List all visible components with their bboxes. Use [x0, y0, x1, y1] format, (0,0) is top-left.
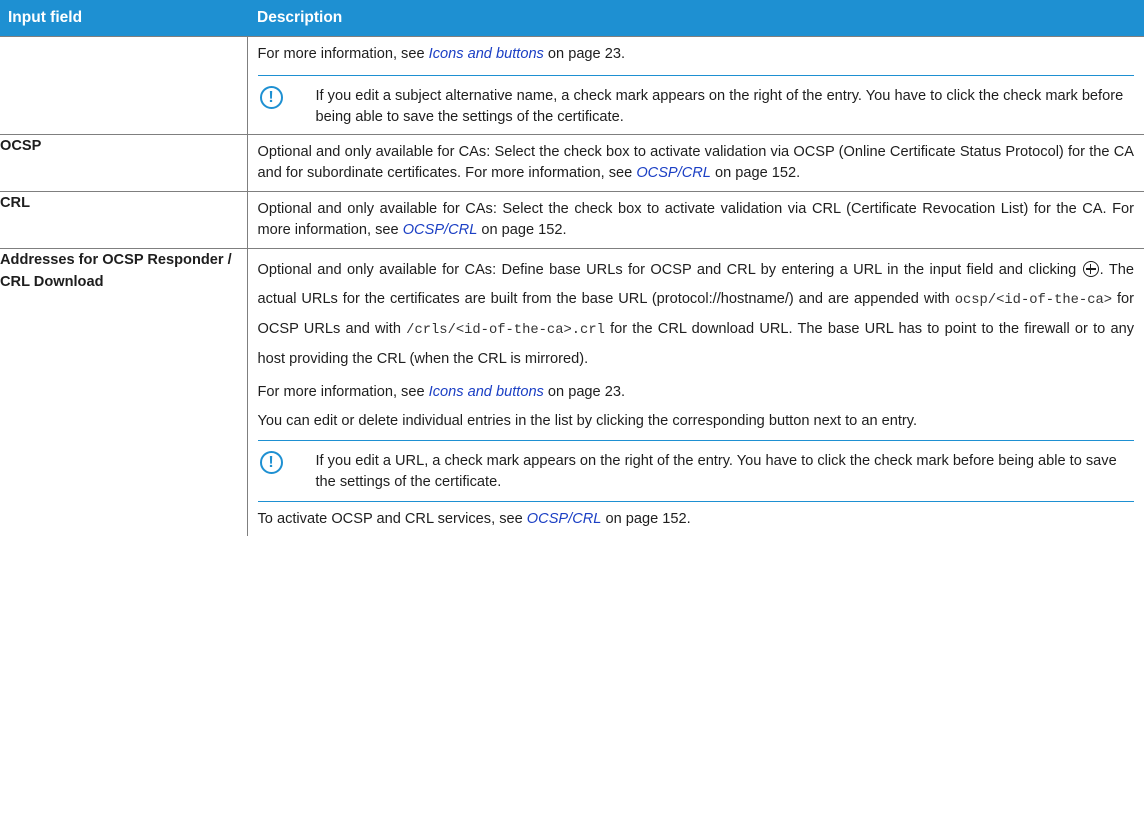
link-icons-and-buttons[interactable]: Icons and buttons — [429, 46, 544, 62]
code-crl-path: /crls/<id-of-the-ca>.crl — [406, 323, 605, 338]
note-text: If you edit a URL, a check mark appears … — [315, 453, 1117, 490]
table-row-ocsp: OCSP Optional and only available for CAs… — [0, 134, 1144, 192]
table-row-crl: CRL Optional and only available for CAs:… — [0, 191, 1144, 249]
note-box: ! If you edit a URL, a check mark appear… — [257, 440, 1134, 502]
circled-plus-icon — [1082, 261, 1099, 277]
row-description-addresses: Optional and only available for CAs: Def… — [246, 248, 1144, 536]
link-ocsp-crl[interactable]: OCSP/CRL — [527, 511, 602, 527]
paragraph: For more information, see Icons and butt… — [257, 46, 626, 62]
table-header-row: Input field Description — [0, 0, 1144, 37]
row-label-addresses: Addresses for OCSP Responder / CRL Downl… — [0, 248, 248, 536]
table-row-addresses: Addresses for OCSP Responder / CRL Downl… — [0, 248, 1144, 536]
code-ocsp-path: ocsp/<id-of-the-ca> — [954, 293, 1113, 308]
row-description-ocsp: Optional and only available for CAs: Sel… — [246, 134, 1144, 192]
row-description-crl: Optional and only available for CAs: Sel… — [246, 191, 1144, 249]
link-ocsp-crl[interactable]: OCSP/CRL — [403, 222, 478, 238]
input-field-table: Input field Description For more informa… — [0, 0, 1144, 536]
table-row-continued: For more information, see Icons and butt… — [0, 36, 1144, 135]
row-label-crl: CRL — [0, 191, 248, 249]
row-label-ocsp: OCSP — [0, 134, 248, 192]
link-icons-and-buttons[interactable]: Icons and buttons — [429, 384, 544, 400]
paragraph: To activate OCSP and CRL services, see O… — [257, 511, 691, 527]
paragraph: Optional and only available for CAs: Def… — [257, 261, 1134, 367]
paragraph: You can edit or delete individual entrie… — [257, 413, 918, 429]
note-box: ! If you edit a subject alternative name… — [257, 75, 1134, 134]
paragraph: For more information, see Icons and butt… — [257, 384, 626, 400]
header-description: Description — [247, 0, 1144, 37]
row-description: For more information, see Icons and butt… — [246, 36, 1144, 135]
paragraph: Optional and only available for CAs: Sel… — [257, 201, 1135, 238]
row-label-empty — [0, 36, 248, 135]
link-ocsp-crl[interactable]: OCSP/CRL — [636, 165, 711, 181]
paragraph: Optional and only available for CAs: Sel… — [257, 144, 1135, 181]
header-input-field: Input field — [0, 0, 247, 37]
exclamation-circle-icon: ! — [259, 86, 283, 109]
note-text: If you edit a subject alternative name, … — [315, 88, 1124, 125]
exclamation-circle-icon: ! — [259, 451, 283, 474]
